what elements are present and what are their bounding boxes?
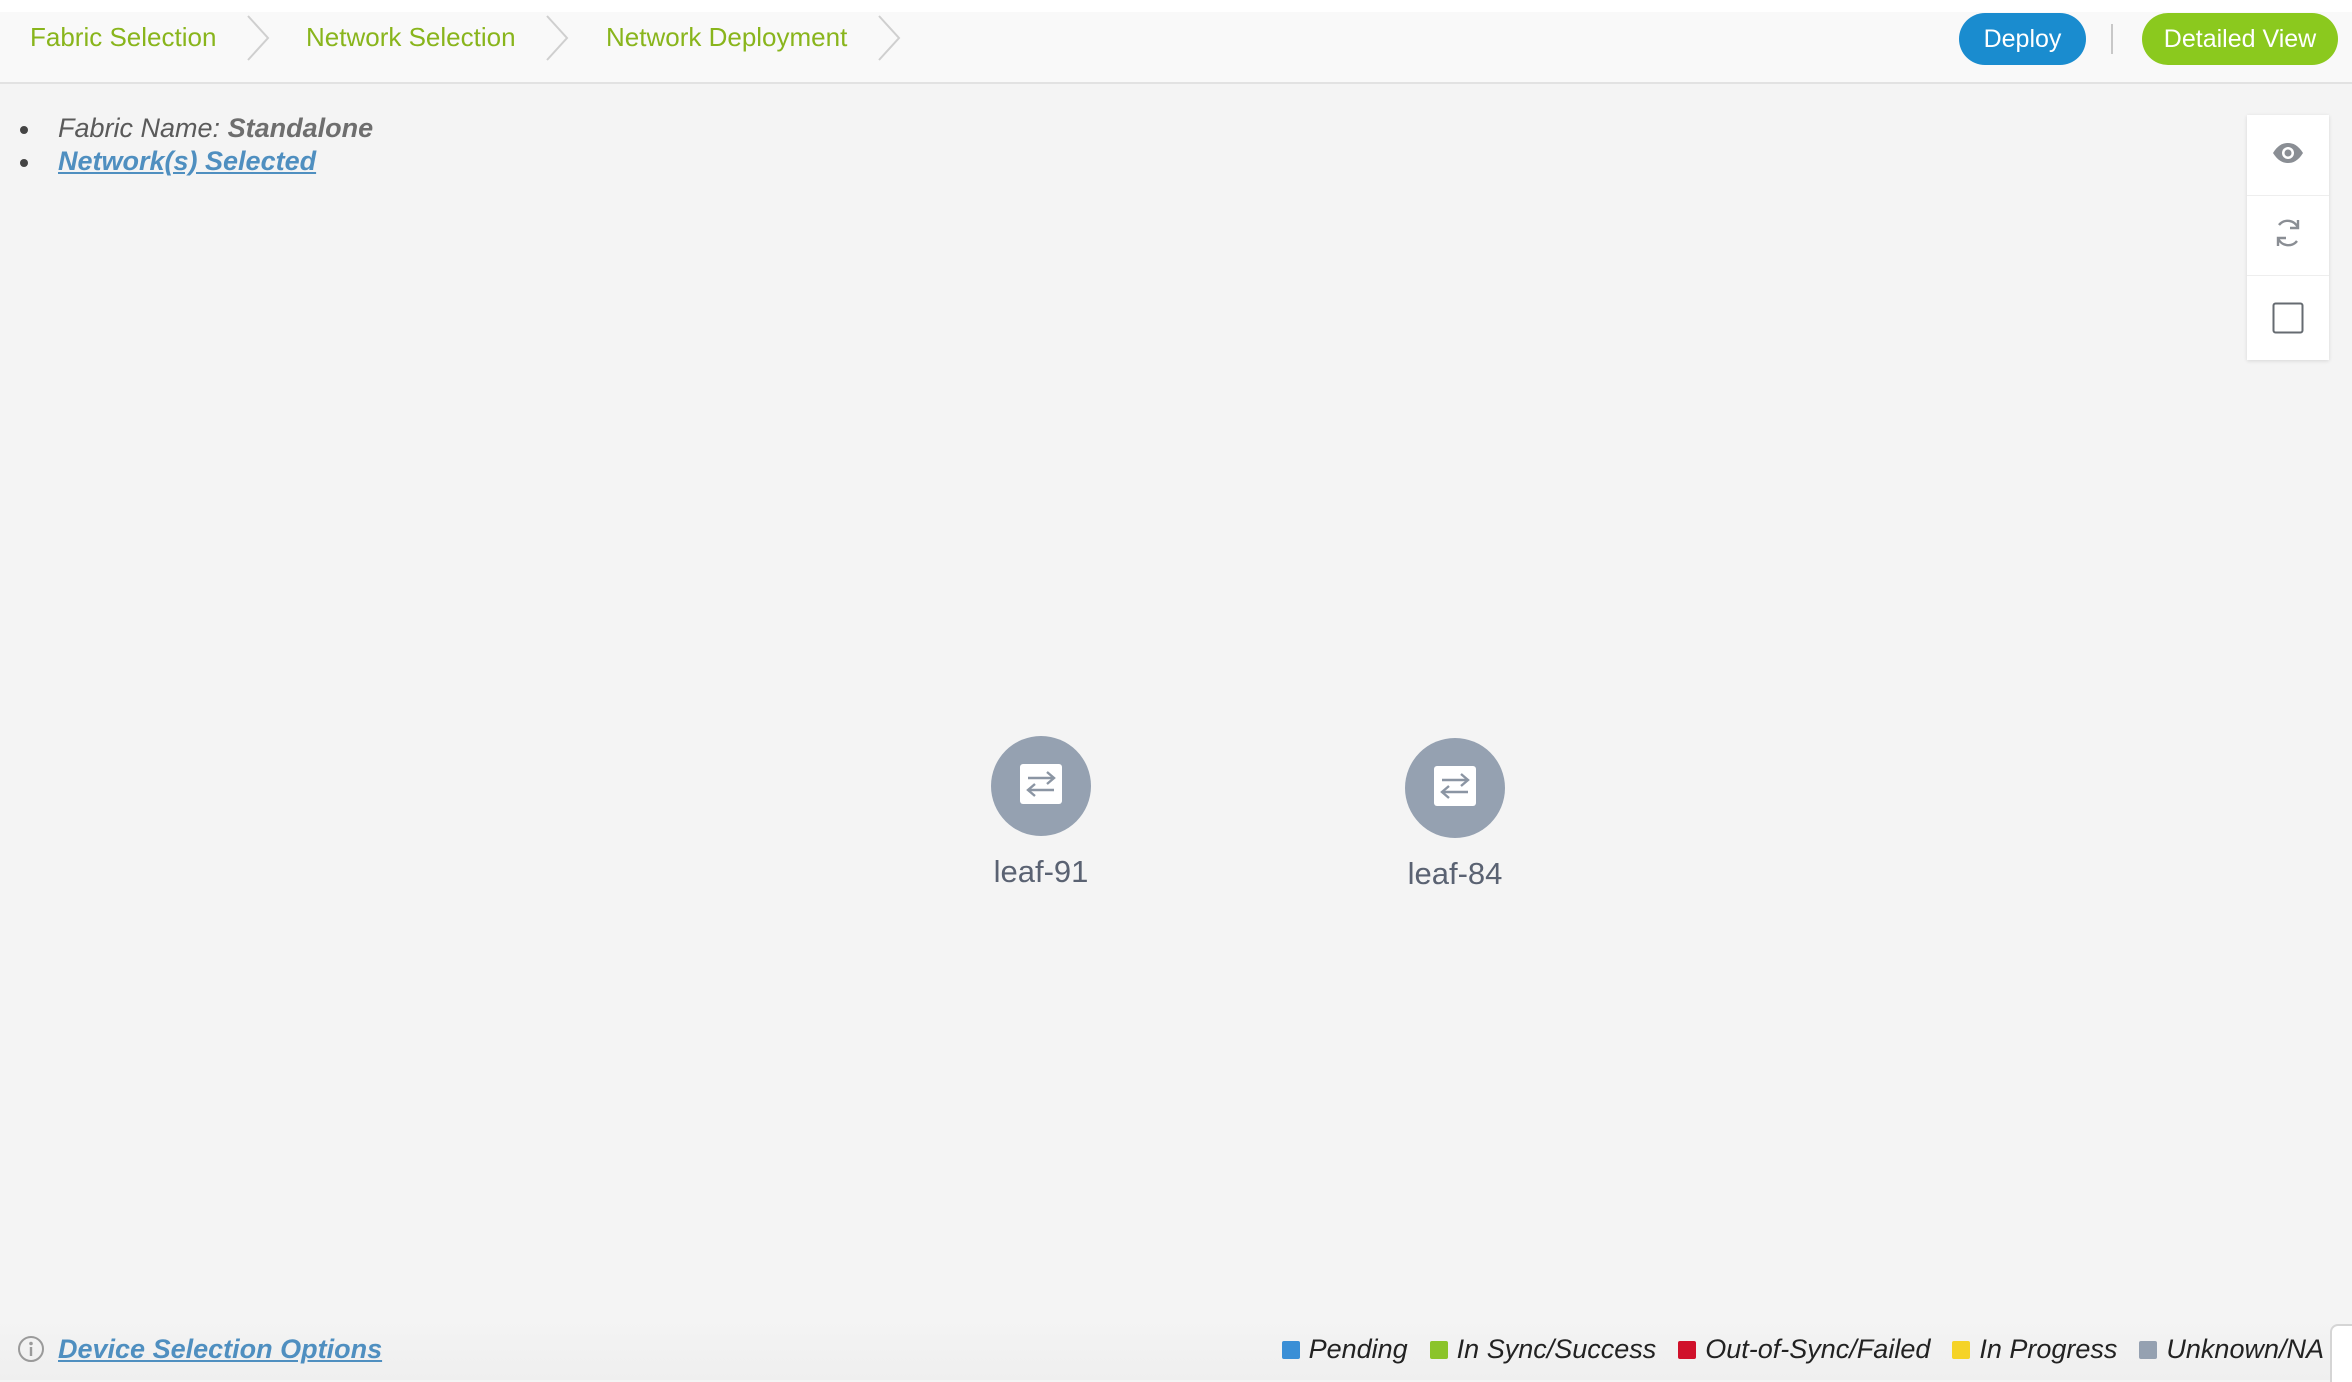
topology-node-leaf-91[interactable]: leaf-91 [986,736,1096,890]
chevron-right-icon [244,12,284,72]
node-label: leaf-84 [1407,856,1503,891]
legend-item-pending: Pending [1281,1334,1408,1365]
legend-item-out-of-sync: Out-of-Sync/Failed [1678,1334,1930,1365]
legend-label: In Sync/Success [1456,1334,1657,1364]
legend-swatch [1429,1340,1448,1359]
bullet [20,159,28,167]
switch-icon [1020,763,1062,809]
eye-icon [2272,142,2304,169]
legend-label: Unknown/NA [2166,1334,2324,1364]
detailed-view-button[interactable]: Detailed View [2142,13,2338,65]
legend-swatch [1952,1340,1971,1359]
switch-node[interactable] [1405,738,1505,838]
refresh-button[interactable] [2247,195,2329,276]
fabric-info-list: Fabric Name: Standalone Network(s) Selec… [20,112,374,178]
legend-item-unknown: Unknown/NA [2139,1334,2324,1365]
select-all-checkbox[interactable] [2247,280,2329,360]
networks-selected-link[interactable]: Network(s) Selected [58,146,316,176]
legend-swatch [1678,1340,1697,1359]
footer-bar: Device Selection Options Pending In Sync… [0,1318,2352,1382]
legend-swatch [1281,1340,1300,1359]
status-legend: Pending In Sync/Success Out-of-Sync/Fail… [1260,1334,2324,1365]
toggle-visibility-button[interactable] [2247,115,2329,196]
switch-icon [1434,765,1476,811]
view-tools-panel [2247,115,2329,360]
fabric-name-row: Fabric Name: Standalone [20,112,374,145]
bullet [20,126,28,134]
chevron-right-icon [875,12,915,72]
deploy-button[interactable]: Deploy [1959,13,2086,65]
fabric-name-label: Fabric Name: [58,113,221,143]
info-icon [17,1335,45,1368]
checkbox-icon [2272,302,2304,339]
networks-selected-row: Network(s) Selected [20,145,373,178]
topology-node-leaf-84[interactable]: leaf-84 [1400,738,1510,892]
legend-label: Pending [1308,1334,1408,1364]
breadcrumb: Fabric Selection Network Selection Netwo… [0,12,2352,84]
legend-item-in-sync: In Sync/Success [1429,1334,1657,1365]
node-label: leaf-91 [993,854,1089,889]
refresh-icon [2271,216,2305,255]
chevron-right-icon [543,12,583,72]
legend-label: Out-of-Sync/Failed [1705,1334,1931,1364]
legend-item-in-progress: In Progress [1952,1334,2117,1365]
device-selection-options-link[interactable]: Device Selection Options [58,1334,382,1365]
toolbar-divider [2111,24,2113,54]
breadcrumb-fabric-selection[interactable]: Fabric Selection [30,12,216,82]
legend-label: In Progress [1979,1334,2118,1364]
panel-corner-tab[interactable] [2330,1324,2352,1382]
fabric-name-value: Standalone [227,113,374,143]
switch-node[interactable] [991,736,1091,836]
top-strip [0,0,2352,12]
breadcrumb-network-deployment[interactable]: Network Deployment [606,12,847,82]
legend-swatch [2139,1340,2158,1359]
breadcrumb-network-selection[interactable]: Network Selection [306,12,516,82]
